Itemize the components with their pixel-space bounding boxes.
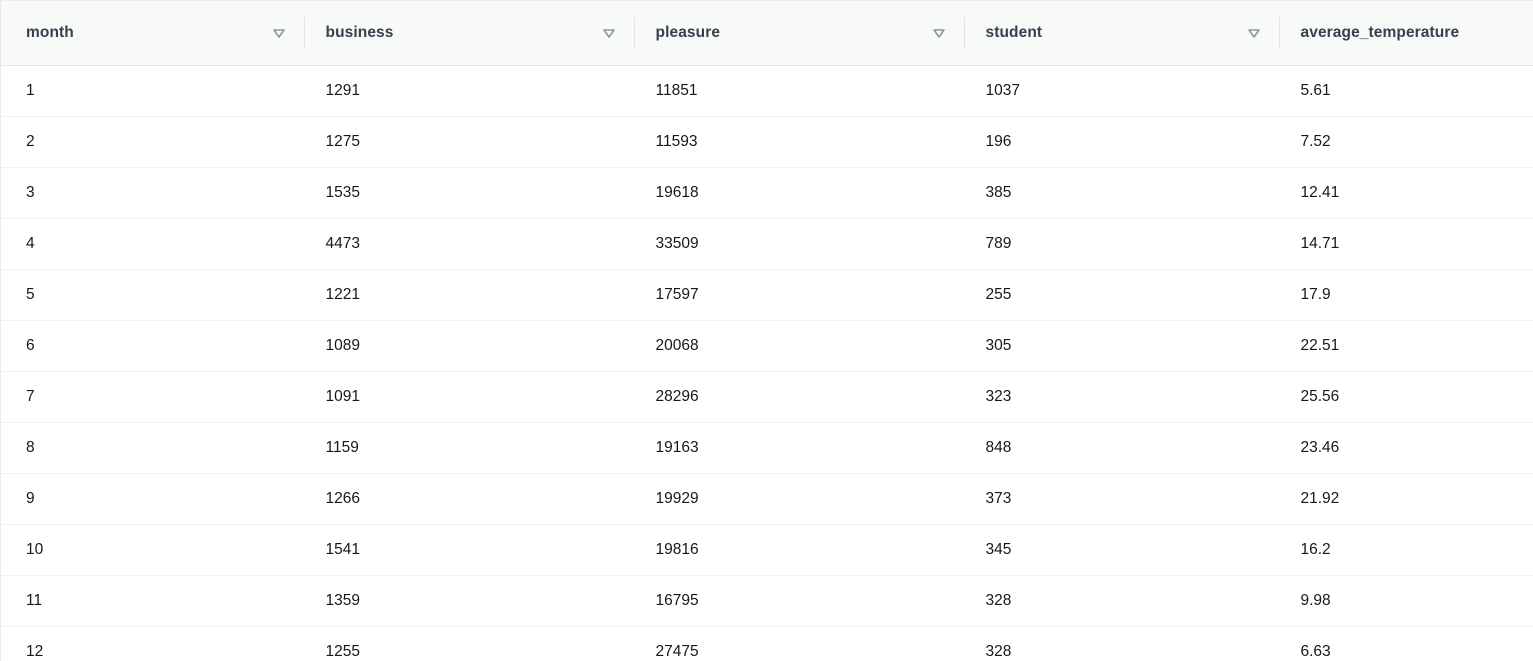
cell-business: 1359 [303, 575, 634, 627]
cell-month: 7 [0, 371, 304, 423]
cell-pleasure: 16795 [633, 575, 964, 627]
cell-business: 1266 [303, 473, 634, 525]
cell-student: 328 [963, 626, 1279, 661]
table-row[interactable]: 1 1291 11851 1037 5.61 [0, 65, 1533, 117]
column-header-label-student: student [985, 24, 1043, 41]
cell-student: 305 [963, 320, 1279, 372]
table-header: month business pleasure student average_… [0, 0, 1533, 66]
table-row[interactable]: 9 1266 19929 373 21.92 [0, 473, 1533, 525]
sort-descending-triangle-icon[interactable] [932, 26, 946, 40]
cell-month: 5 [0, 269, 304, 321]
cell-average_temperature: 17.9 [1278, 269, 1533, 321]
cell-student: 323 [963, 371, 1279, 423]
cell-average_temperature: 9.98 [1278, 575, 1533, 627]
cell-pleasure: 19816 [633, 524, 964, 576]
cell-average_temperature: 7.52 [1278, 116, 1533, 168]
cell-month: 10 [0, 524, 304, 576]
cell-month: 9 [0, 473, 304, 525]
cell-average_temperature: 12.41 [1278, 167, 1533, 219]
cell-business: 4473 [303, 218, 634, 270]
cell-pleasure: 20068 [633, 320, 964, 372]
cell-average_temperature: 16.2 [1278, 524, 1533, 576]
cell-student: 385 [963, 167, 1279, 219]
column-header-label-month: month [26, 24, 74, 41]
table-row[interactable]: 4 4473 33509 789 14.71 [0, 218, 1533, 270]
column-header-business[interactable]: business [303, 0, 634, 66]
table-viewport[interactable]: month business pleasure student average_… [0, 0, 1533, 661]
table-row[interactable]: 11 1359 16795 328 9.98 [0, 575, 1533, 627]
cell-month: 12 [0, 626, 304, 661]
cell-month: 6 [0, 320, 304, 372]
cell-business: 1275 [303, 116, 634, 168]
sort-descending-triangle-icon[interactable] [272, 26, 286, 40]
cell-average_temperature: 14.71 [1278, 218, 1533, 270]
table-body: 1 1291 11851 1037 5.61 2 1275 11593 196 7.52 3 1535… [0, 65, 1533, 661]
column-divider [303, 17, 305, 49]
table-row[interactable]: 2 1275 11593 196 7.52 [0, 116, 1533, 168]
cell-month: 3 [0, 167, 304, 219]
cell-student: 789 [963, 218, 1279, 270]
table-row[interactable]: 6 1089 20068 305 22.51 [0, 320, 1533, 372]
cell-business: 1255 [303, 626, 634, 661]
sort-descending-triangle-icon[interactable] [1247, 26, 1261, 40]
cell-student: 196 [963, 116, 1279, 168]
cell-student: 1037 [963, 65, 1279, 117]
cell-business: 1541 [303, 524, 634, 576]
cell-average_temperature: 5.61 [1278, 65, 1533, 117]
cell-month: 8 [0, 422, 304, 474]
sort-descending-triangle-icon[interactable] [602, 26, 616, 40]
cell-pleasure: 19163 [633, 422, 964, 474]
cell-pleasure: 19618 [633, 167, 964, 219]
cell-student: 328 [963, 575, 1279, 627]
cell-pleasure: 27475 [633, 626, 964, 661]
column-header-label-average-temperature: average_temperature [1300, 24, 1460, 41]
column-divider [963, 17, 965, 49]
cell-student: 345 [963, 524, 1279, 576]
table-row[interactable]: 12 1255 27475 328 6.63 [0, 626, 1533, 661]
table-row[interactable]: 10 1541 19816 345 16.2 [0, 524, 1533, 576]
cell-business: 1535 [303, 167, 634, 219]
cell-average_temperature: 25.56 [1278, 371, 1533, 423]
cell-average_temperature: 22.51 [1278, 320, 1533, 372]
cell-month: 11 [0, 575, 304, 627]
column-header-label-business: business [325, 24, 394, 41]
table-row[interactable]: 3 1535 19618 385 12.41 [0, 167, 1533, 219]
column-header-label-pleasure: pleasure [655, 24, 721, 41]
table-row[interactable]: 5 1221 17597 255 17.9 [0, 269, 1533, 321]
cell-pleasure: 33509 [633, 218, 964, 270]
cell-average_temperature: 6.63 [1278, 626, 1533, 661]
cell-business: 1291 [303, 65, 634, 117]
cell-pleasure: 28296 [633, 371, 964, 423]
cell-business: 1159 [303, 422, 634, 474]
column-header-month[interactable]: month [0, 0, 304, 66]
table-row[interactable]: 7 1091 28296 323 25.56 [0, 371, 1533, 423]
cell-student: 255 [963, 269, 1279, 321]
cell-business: 1091 [303, 371, 634, 423]
column-header-pleasure[interactable]: pleasure [633, 0, 964, 66]
cell-month: 1 [0, 65, 304, 117]
cell-average_temperature: 23.46 [1278, 422, 1533, 474]
cell-business: 1089 [303, 320, 634, 372]
column-header-student[interactable]: student [963, 0, 1279, 66]
cell-pleasure: 11593 [633, 116, 964, 168]
cell-average_temperature: 21.92 [1278, 473, 1533, 525]
cell-month: 4 [0, 218, 304, 270]
column-divider [633, 17, 635, 49]
table-header-row: month business pleasure student average_… [0, 0, 1533, 66]
cell-pleasure: 17597 [633, 269, 964, 321]
column-divider [1278, 17, 1280, 49]
cell-pleasure: 11851 [633, 65, 964, 117]
column-header-average-temperature[interactable]: average_temperature [1278, 0, 1533, 66]
table-row[interactable]: 8 1159 19163 848 23.46 [0, 422, 1533, 474]
cell-student: 848 [963, 422, 1279, 474]
cell-pleasure: 19929 [633, 473, 964, 525]
cell-business: 1221 [303, 269, 634, 321]
cell-student: 373 [963, 473, 1279, 525]
cell-month: 2 [0, 116, 304, 168]
data-table: month business pleasure student average_… [0, 0, 1533, 661]
